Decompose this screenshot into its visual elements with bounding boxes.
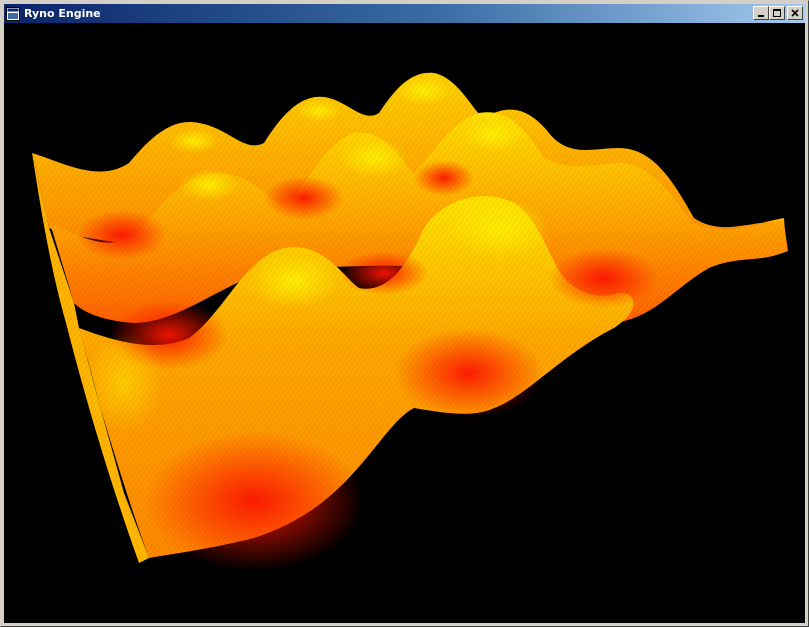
maximize-icon — [773, 9, 781, 17]
app-window: Ryno Engine — [0, 0, 809, 627]
close-icon — [791, 9, 799, 17]
wave-surface-render — [32, 72, 788, 571]
render-viewport[interactable] — [4, 23, 805, 623]
surface-texture — [32, 72, 788, 558]
title-bar[interactable]: Ryno Engine — [4, 4, 805, 23]
close-button[interactable] — [787, 6, 803, 20]
app-window-icon[interactable] — [6, 6, 20, 21]
window-title: Ryno Engine — [24, 7, 101, 20]
minimize-button[interactable] — [753, 6, 769, 20]
minimize-icon — [758, 15, 764, 17]
maximize-button[interactable] — [769, 6, 785, 20]
window-controls — [753, 6, 803, 20]
